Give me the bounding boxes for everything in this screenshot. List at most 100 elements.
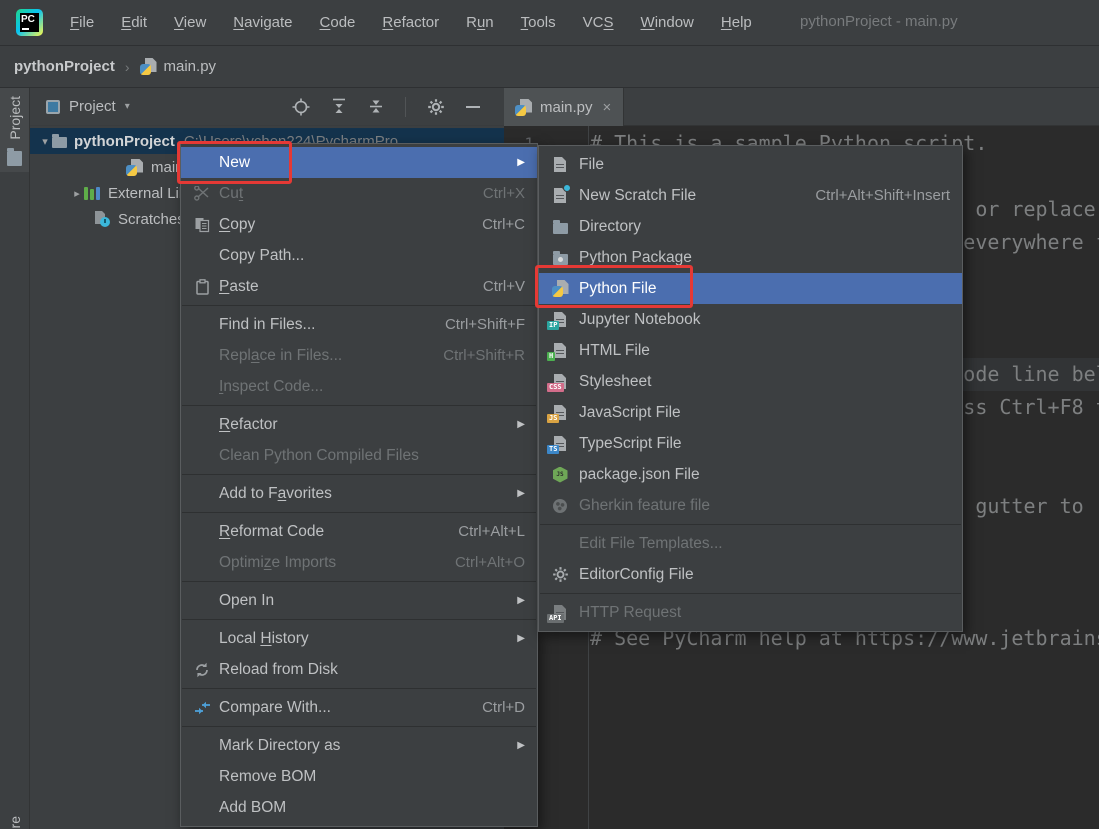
reload-icon (191, 662, 213, 678)
scratches-icon (94, 211, 110, 227)
context-menu-item-reload-from-disk[interactable]: Reload from Disk (181, 654, 537, 685)
locate-file-button[interactable] (292, 98, 310, 116)
project-view-icon (46, 99, 60, 114)
context-menu-item-clean-python-compiled[interactable]: Clean Python Compiled Files (181, 440, 537, 471)
context-menu-item-remove-bom[interactable]: Remove BOM (181, 761, 537, 792)
submenu-item-html-file[interactable]: H HTML File (539, 335, 962, 366)
submenu-item-file[interactable]: File (539, 149, 962, 180)
editor-tab-bar: main.py × (504, 88, 1099, 126)
editor-tab-main-py[interactable]: main.py × (504, 88, 625, 126)
expand-all-button[interactable] (331, 98, 347, 115)
css-file-icon: CSS (547, 373, 573, 392)
clipboard-icon (191, 278, 213, 295)
menu-separator (182, 581, 536, 582)
menubar-item-run[interactable]: Run (466, 14, 494, 31)
submenu-item-gherkin-feature-file[interactable]: Gherkin feature file (539, 490, 962, 521)
chevron-down-icon[interactable]: ▾ (125, 101, 130, 112)
menu-separator (182, 305, 536, 306)
breadcrumb-project[interactable]: pythonProject (14, 58, 115, 75)
context-menu-item-inspect-code[interactable]: Inspect Code... (181, 371, 537, 402)
gear-icon (547, 566, 573, 583)
tool-window-tab-project[interactable]: Project (0, 88, 29, 172)
menubar-item-navigate[interactable]: Navigate (233, 14, 292, 31)
menubar-item-help[interactable]: Help (721, 14, 752, 31)
context-menu-item-local-history[interactable]: Local History ▶ (181, 623, 537, 654)
python-file-icon (515, 98, 532, 116)
menu-separator (182, 512, 536, 513)
menubar-item-refactor[interactable]: Refactor (382, 14, 439, 31)
submenu-arrow-icon: ▶ (517, 595, 525, 606)
gherkin-icon (547, 498, 573, 513)
package-folder-icon (547, 250, 573, 265)
hide-panel-button[interactable] (466, 105, 480, 108)
menubar-item-edit[interactable]: Edit (121, 14, 147, 31)
menu-bar: File Edit View Navigate Code Refactor Ru… (70, 14, 752, 31)
chevron-right-icon[interactable]: ▸ (70, 187, 84, 200)
context-menu-item-add-to-favorites[interactable]: Add to Favorites ▶ (181, 478, 537, 509)
menubar-item-view[interactable]: View (174, 14, 206, 31)
submenu-item-package-json[interactable]: JS package.json File (539, 459, 962, 490)
close-icon[interactable]: × (603, 99, 612, 116)
context-menu-item-copy[interactable]: Copy Ctrl+C (181, 209, 537, 240)
menu-separator (540, 524, 961, 525)
menubar-item-file[interactable]: File (70, 14, 94, 31)
python-file-icon (126, 158, 143, 176)
menu-separator (540, 593, 961, 594)
collapse-all-button[interactable] (368, 98, 384, 115)
project-tab-label: Project (6, 96, 23, 140)
context-menu-item-find-in-files[interactable]: Find in Files... Ctrl+Shift+F (181, 309, 537, 340)
annotation-box-new (177, 141, 292, 184)
submenu-item-typescript-file[interactable]: TS TypeScript File (539, 428, 962, 459)
submenu-arrow-icon: ▶ (517, 488, 525, 499)
structure-tab-label: Structure (7, 816, 23, 829)
js-file-icon: JS (547, 404, 573, 423)
submenu-arrow-icon: ▶ (517, 419, 525, 430)
submenu-item-stylesheet[interactable]: CSS Stylesheet (539, 366, 962, 397)
title-bar: PC File Edit View Navigate Code Refactor… (0, 0, 1099, 46)
context-menu-item-mark-directory-as[interactable]: Mark Directory as ▶ (181, 730, 537, 761)
context-menu-item-replace-in-files[interactable]: Replace in Files... Ctrl+Shift+R (181, 340, 537, 371)
menu-separator (182, 688, 536, 689)
folder-icon (52, 134, 67, 148)
menu-separator (182, 619, 536, 620)
context-menu-item-copy-path[interactable]: Copy Path... (181, 240, 537, 271)
menu-separator (182, 405, 536, 406)
submenu-item-jupyter-notebook[interactable]: IP Jupyter Notebook (539, 304, 962, 335)
html-file-icon: H (547, 342, 573, 361)
submenu-item-new-scratch-file[interactable]: New Scratch File Ctrl+Alt+Shift+Insert (539, 180, 962, 211)
context-menu-item-compare-with[interactable]: Compare With... Ctrl+D (181, 692, 537, 723)
project-panel-title[interactable]: Project (69, 98, 116, 115)
context-menu-item-open-in[interactable]: Open In ▶ (181, 585, 537, 616)
context-menu-item-refactor[interactable]: Refactor ▶ (181, 409, 537, 440)
submenu-item-directory[interactable]: Directory (539, 211, 962, 242)
context-menu-item-add-bom[interactable]: Add BOM (181, 792, 537, 823)
libraries-icon (84, 186, 100, 200)
file-icon (547, 157, 573, 172)
diff-arrows-icon (191, 701, 213, 715)
menubar-item-window[interactable]: Window (641, 14, 694, 31)
context-menu-item-optimize-imports[interactable]: Optimize Imports Ctrl+Alt+O (181, 547, 537, 578)
submenu-item-http-request[interactable]: API HTTP Request (539, 597, 962, 628)
scratch-file-icon (547, 184, 573, 204)
submenu-arrow-icon: ▶ (517, 633, 525, 644)
tree-label: pythonProject (74, 132, 175, 150)
context-menu-item-paste[interactable]: Paste Ctrl+V (181, 271, 537, 302)
submenu-arrow-icon: ▶ (517, 740, 525, 751)
submenu-item-editorconfig-file[interactable]: EditorConfig File (539, 559, 962, 590)
submenu-item-javascript-file[interactable]: JS JavaScript File (539, 397, 962, 428)
menubar-item-vcs[interactable]: VCS (583, 14, 614, 31)
scissors-icon (191, 186, 213, 201)
chevron-down-icon[interactable]: ▾ (38, 135, 52, 148)
context-menu: New ▶ Cut Ctrl+X Copy Ctrl+C Copy Path..… (180, 143, 538, 827)
toolbar-separator (405, 96, 406, 117)
window-title: pythonProject - main.py (800, 13, 958, 30)
settings-gear-button[interactable] (427, 98, 445, 116)
submenu-item-edit-file-templates[interactable]: Edit File Templates... (539, 528, 962, 559)
menubar-item-tools[interactable]: Tools (521, 14, 556, 31)
context-menu-item-reformat-code[interactable]: Reformat Code Ctrl+Alt+L (181, 516, 537, 547)
tool-window-tab-structure[interactable]: Structure (0, 816, 29, 829)
nodejs-icon: JS (547, 466, 573, 483)
submenu-arrow-icon: ▶ (517, 157, 525, 168)
menubar-item-code[interactable]: Code (320, 14, 356, 31)
breadcrumb-file[interactable]: main.py (164, 58, 217, 75)
